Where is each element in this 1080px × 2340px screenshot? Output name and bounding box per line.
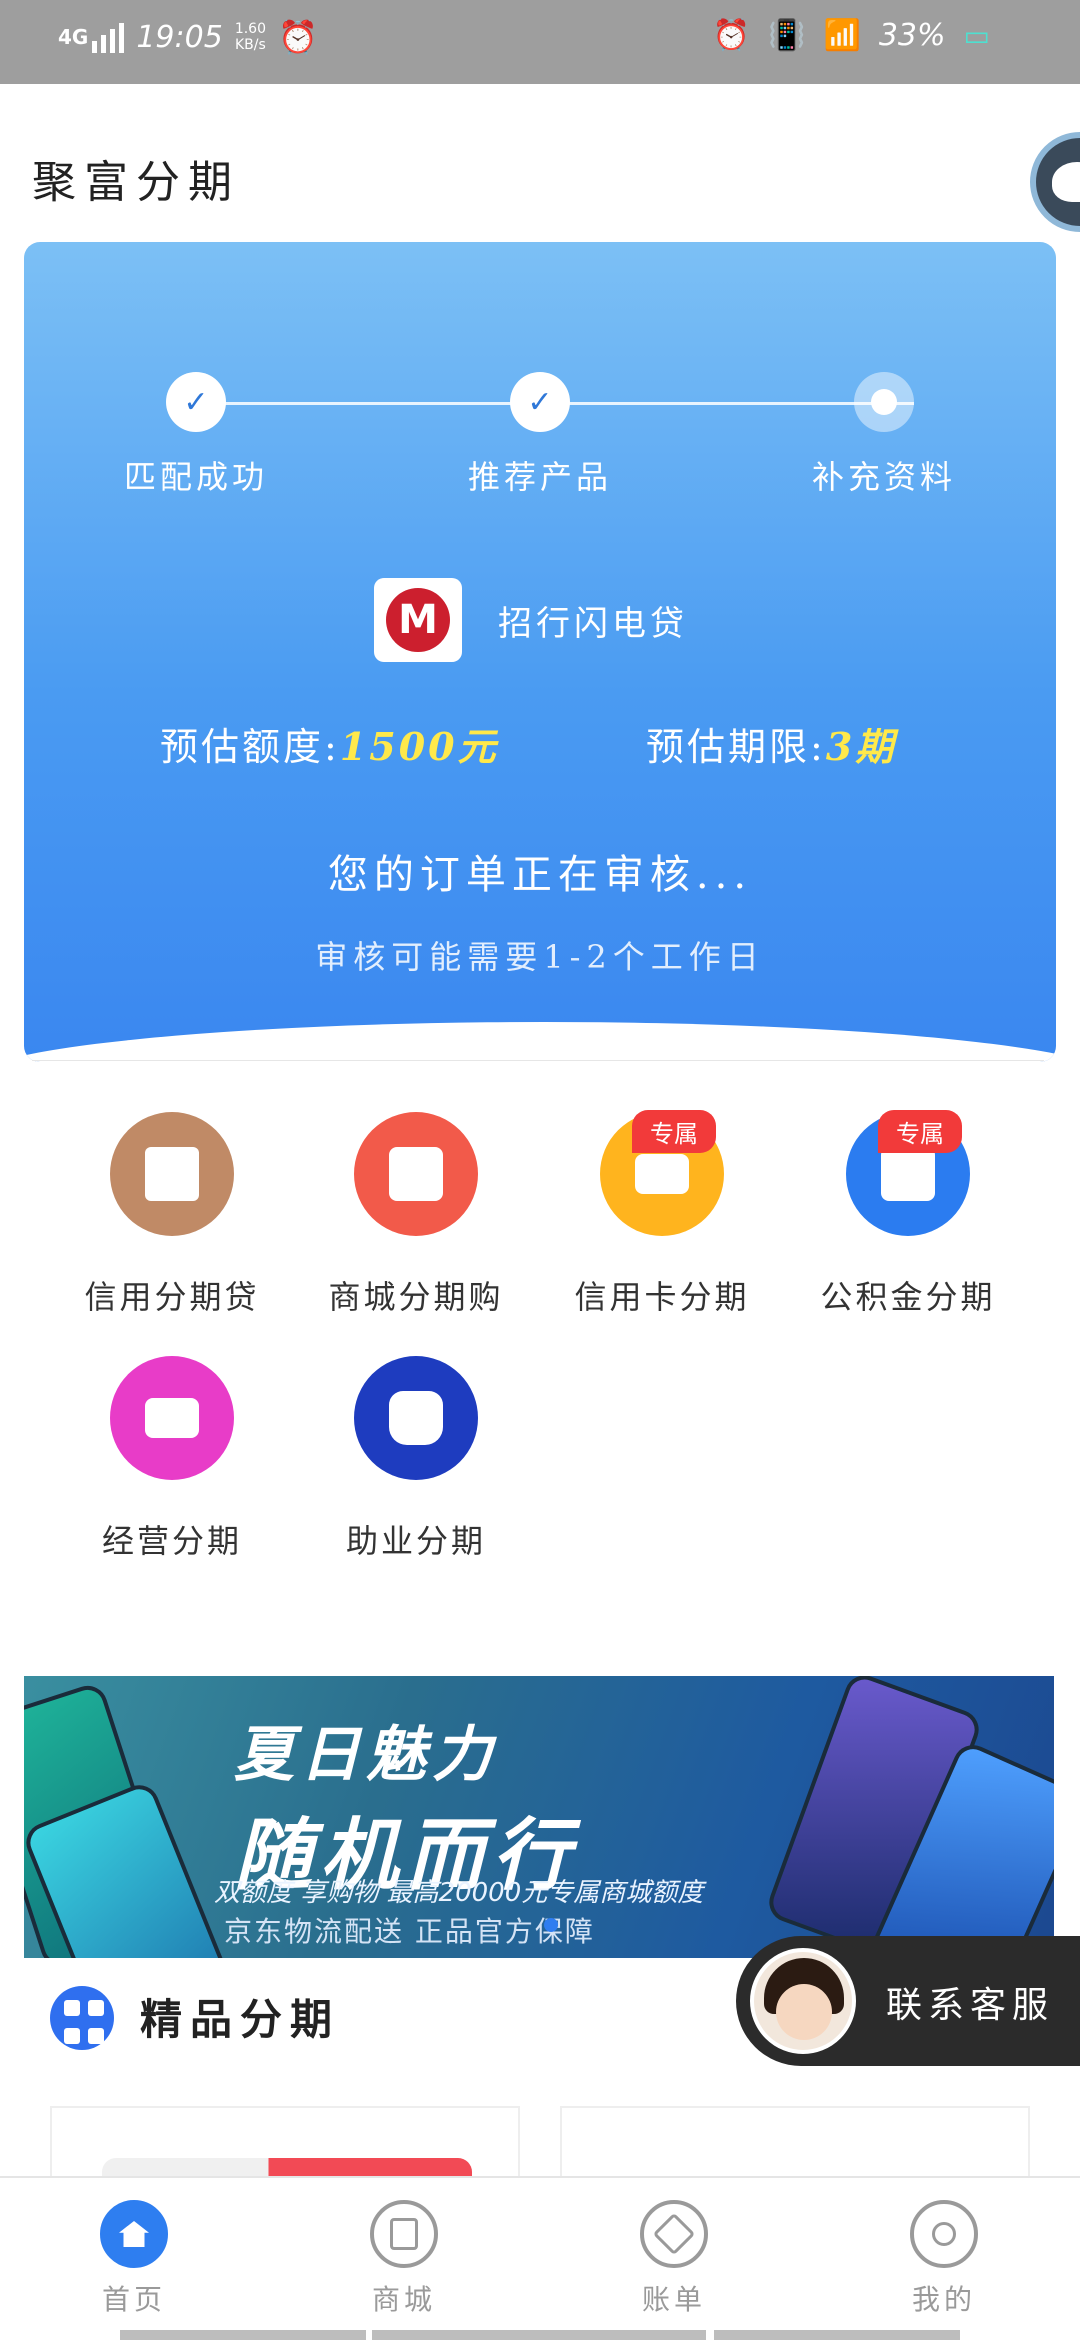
- network-label: 4G: [58, 25, 89, 49]
- review-status: 您的订单正在审核...: [327, 852, 753, 898]
- step-recommend: ✓ 推荐产品: [420, 372, 660, 498]
- menu-label: 经营分期: [101, 1522, 242, 1560]
- home-icon: [100, 2200, 168, 2268]
- gold-bars-icon: [110, 1356, 234, 1480]
- status-left: 4G 19:05 1.60 KB/s ⏰: [58, 18, 318, 56]
- document-icon: [110, 1112, 234, 1236]
- tab-label: 账单: [641, 2283, 706, 2316]
- tab-home[interactable]: 首页: [44, 2200, 224, 2318]
- wifi-icon: 📶: [823, 18, 861, 53]
- divider: [32, 1060, 1044, 1061]
- vibrate-icon: 📳: [768, 18, 806, 53]
- banner-subtitle: 双额度 享购物 最高20000元专属商城额度: [214, 1878, 704, 1908]
- menu-label: 信用分期贷: [84, 1278, 260, 1316]
- card-curve: [24, 1022, 1056, 1062]
- speed-unit: KB/s: [235, 37, 266, 53]
- banner-tagline: 京东物流配送 正品官方保障: [224, 1915, 595, 1948]
- bottom-tab-bar: 首页 商城 账单 我的: [0, 2176, 1080, 2340]
- step-match: ✓ 匹配成功: [76, 372, 316, 498]
- agent-avatar: [750, 1948, 856, 2054]
- product-info: M 招行闪电贷: [374, 578, 688, 662]
- estimated-limit: 预估额度:1500元: [160, 716, 499, 771]
- tab-label: 首页: [101, 2283, 166, 2316]
- tab-label: 我的: [911, 2283, 976, 2316]
- status-right: ⏰ 📳 📶 33% ▭: [713, 18, 990, 53]
- home-indicator: [120, 2330, 366, 2340]
- avatar-face-icon: [1052, 162, 1080, 202]
- money-bag-icon: [354, 1356, 478, 1480]
- term-label: 预估期限:: [646, 725, 826, 769]
- step-supplement: 补充资料: [764, 372, 1004, 498]
- home-indicator: [714, 2330, 960, 2340]
- person-icon: [910, 2200, 978, 2268]
- check-icon: ✓: [166, 372, 226, 432]
- alarm-icon: ⏰: [277, 18, 318, 56]
- exclusive-badge: 专属: [632, 1110, 716, 1153]
- store-icon: [354, 1112, 478, 1236]
- network-speed: 1.60 KB/s: [235, 21, 266, 53]
- menu-label: 商城分期购: [328, 1278, 504, 1316]
- tab-label: 商城: [371, 2283, 436, 2316]
- pending-dot-icon: [854, 372, 914, 432]
- clock: 19:05: [136, 19, 223, 55]
- menu-mall-installment[interactable]: 商城分期购: [296, 1112, 536, 1318]
- app-screen: 4G 19:05 1.60 KB/s ⏰ ⏰ 📳 📶 33% ▭ 聚富分期 ✓: [0, 0, 1080, 2340]
- check-icon: ✓: [510, 372, 570, 432]
- network-indicator: 4G: [58, 21, 125, 53]
- limit-label: 预估额度:: [160, 725, 340, 769]
- order-status-card: ✓ 匹配成功 ✓ 推荐产品 补充资料 M 招行闪电贷 预估额度:1500元 预估…: [24, 242, 1056, 1062]
- term-value: 3期: [825, 724, 897, 769]
- banner-title-line1: 夏日魅力: [234, 1720, 498, 1790]
- menu-business-installment[interactable]: 经营分期: [52, 1356, 292, 1562]
- battery-icon: ▭: [963, 19, 990, 52]
- home-indicator: [372, 2330, 706, 2340]
- step-label: 推荐产品: [467, 458, 612, 496]
- menu-label: 信用卡分期: [574, 1278, 750, 1316]
- battery-percent: 33%: [878, 18, 946, 53]
- signal-icon: [92, 21, 125, 53]
- tag-icon: [640, 2200, 708, 2268]
- menu-credit-loan[interactable]: 信用分期贷: [52, 1112, 292, 1318]
- contact-service-button[interactable]: 联系客服: [736, 1936, 1080, 2066]
- menu-career-installment[interactable]: 助业分期: [296, 1356, 536, 1562]
- user-avatar[interactable]: [1030, 132, 1080, 232]
- contact-service-label: 联系客服: [886, 1985, 1055, 2026]
- review-hint: 审核可能需要1-2个工作日: [315, 938, 765, 976]
- menu-fund-installment[interactable]: 专属 公积金分期: [788, 1110, 1028, 1318]
- page-title: 聚富分期: [32, 157, 240, 208]
- tab-bill[interactable]: 账单: [584, 2200, 764, 2318]
- limit-value: 1500元: [339, 724, 499, 769]
- bank-logo-mark: M: [386, 588, 450, 652]
- estimated-term: 预估期限:3期: [646, 716, 896, 771]
- step-label: 补充资料: [811, 458, 956, 496]
- exclusive-badge: 专属: [878, 1110, 962, 1153]
- step-label: 匹配成功: [123, 458, 268, 496]
- menu-card-installment[interactable]: 专属 信用卡分期: [542, 1110, 782, 1318]
- tab-mine[interactable]: 我的: [854, 2200, 1034, 2318]
- grid-icon: [50, 1986, 114, 2050]
- speed-value: 1.60: [234, 21, 266, 37]
- product-name: 招行闪电贷: [498, 603, 688, 644]
- promo-banner[interactable]: 夏日魅力 随机而行 双额度 享购物 最高20000元专属商城额度 京东物流配送 …: [24, 1676, 1054, 1958]
- menu-label: 公积金分期: [820, 1278, 996, 1316]
- bank-logo: M: [374, 578, 462, 662]
- section-title: 精品分期: [140, 1995, 341, 2044]
- alarm-icon: ⏰: [712, 18, 751, 53]
- status-bar: 4G 19:05 1.60 KB/s ⏰ ⏰ 📳 📶 33% ▭: [0, 0, 1080, 84]
- carousel-indicator: [544, 1918, 558, 1932]
- tab-mall[interactable]: 商城: [314, 2200, 494, 2318]
- menu-label: 助业分期: [345, 1522, 486, 1560]
- list-icon: [370, 2200, 438, 2268]
